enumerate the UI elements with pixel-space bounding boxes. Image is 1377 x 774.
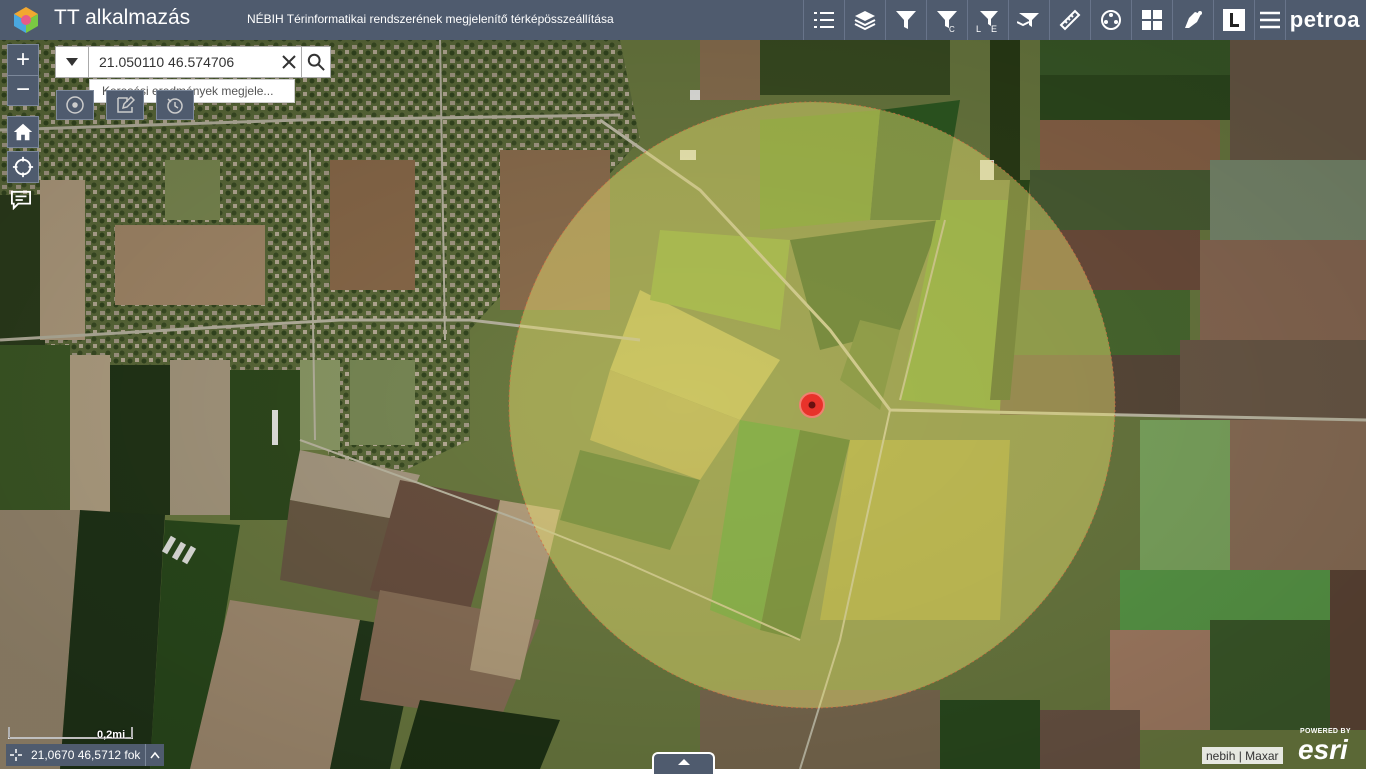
menu-button[interactable] [1253,0,1285,40]
comment-icon [10,190,31,211]
search-input[interactable] [89,46,277,78]
comment-button[interactable] [10,190,32,215]
zoom-out-button[interactable]: − [8,75,38,105]
search-widget [55,46,331,78]
satellite-imagery [0,40,1366,769]
filter-button[interactable] [884,0,926,40]
coordinate-toggle-button[interactable] [145,744,164,766]
esri-wordmark: esri [1298,734,1348,765]
brand-text: petroa [1289,7,1360,32]
svg-text:E: E [991,24,997,32]
target-button[interactable] [56,90,94,120]
measure-button[interactable] [1048,0,1090,40]
svg-text:C: C [949,25,955,32]
coordinates-text: 21,0670 46,5712 fok [31,748,141,762]
map-view[interactable] [0,40,1366,769]
locate-icon [12,156,34,178]
draw-icon [1184,11,1202,28]
history-icon [167,98,183,114]
print-icon [1100,10,1121,30]
draw-button[interactable] [1171,0,1213,40]
app-header: TT alkalmazás NÉBIH Térinformatikai rend… [0,0,1366,40]
caret-up-icon [677,759,690,765]
edit-button[interactable] [106,90,144,120]
zoom-in-button[interactable]: + [8,45,38,76]
logo-l-button[interactable] [1212,0,1254,40]
map-attribution[interactable]: nebih | Maxar [1202,747,1283,764]
close-icon [282,55,296,69]
app-title: TT alkalmazás [54,6,191,29]
crosshair-icon[interactable] [6,749,26,761]
filter-le-button[interactable]: LE [966,0,1008,40]
measure-icon [1059,9,1081,31]
toolbar: C LE petroa [802,0,1366,40]
locate-button[interactable] [7,151,39,183]
filter-c-icon: C [936,11,957,32]
minus-icon: − [15,76,30,103]
search-icon [307,53,325,71]
app-logo-icon [14,7,38,33]
legend-button[interactable] [802,0,844,40]
logo-l-icon [1222,9,1245,31]
app-subtitle: NÉBIH Térinformatikai rendszerének megje… [247,12,614,26]
home-button[interactable] [7,116,39,148]
basemap-gallery-button[interactable] [1130,0,1172,40]
filter-le-icon: LE [976,11,998,32]
layers-icon [854,11,876,31]
legend-icon [813,12,834,28]
edit-icon [117,95,135,113]
search-clear-button[interactable] [277,46,301,78]
layer-filter-icon [1016,13,1039,27]
print-button[interactable] [1089,0,1131,40]
location-marker-icon[interactable] [798,391,826,419]
bottom-panel-toggle[interactable] [652,752,715,774]
filter-icon [895,11,916,29]
history-button[interactable] [156,90,194,120]
layers-button[interactable] [843,0,885,40]
brand: petroa [1284,0,1366,40]
layer-filter-button[interactable] [1007,0,1049,40]
zoom-control: + − [7,44,39,106]
filter-c-button[interactable]: C [925,0,967,40]
target-icon [66,96,84,114]
search-source-dropdown[interactable] [55,46,89,78]
right-margin [1366,0,1377,769]
search-button[interactable] [301,46,331,78]
home-icon [13,123,33,141]
scale-label: 0,2mi [97,729,126,741]
esri-logo[interactable]: POWERED BY esri [1298,728,1358,766]
svg-text:L: L [976,24,981,32]
menu-icon [1259,11,1280,29]
basemap-gallery-icon [1141,10,1162,30]
caret-down-icon [66,58,78,66]
coordinate-readout: 21,0670 46,5712 fok [6,744,165,766]
plus-icon: + [15,46,30,73]
chevron-up-icon [150,751,161,759]
